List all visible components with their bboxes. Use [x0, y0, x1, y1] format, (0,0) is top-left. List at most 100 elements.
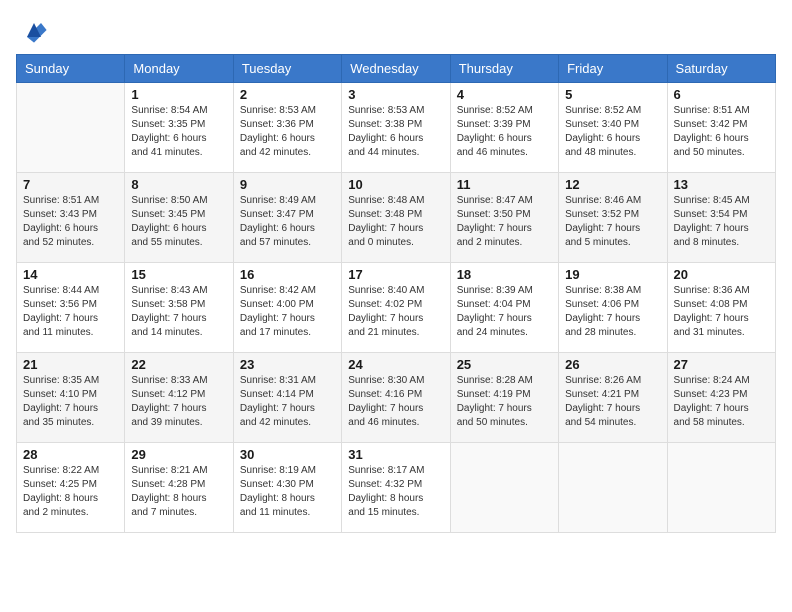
column-header-sunday: Sunday [17, 55, 125, 83]
calendar-cell: 25 Sunrise: 8:28 AMSunset: 4:19 PMDayligh… [450, 353, 558, 443]
calendar-cell: 6Sunrise: 8:51 AMSunset: 3:42 PMDaylight… [667, 83, 775, 173]
day-number: 17 [348, 267, 443, 282]
day-info: Sunrise: 8:47 AMSunset: 3:50 PMDaylight:… [457, 194, 552, 250]
day-info: Sunrise: 8:31 AMSunset: 4:14 PMDaylight:… [240, 374, 335, 430]
calendar-cell: 16 Sunrise: 8:42 AMSunset: 4:00 PMDayligh… [233, 263, 341, 353]
calendar-cell: 9 Sunrise: 8:49 AMSunset: 3:47 PMDaylight… [233, 173, 341, 263]
day-info: Sunrise: 8:52 AMSunset: 3:39 PMDaylight:… [457, 104, 552, 160]
day-info: Sunrise: 8:43 AMSunset: 3:58 PMDaylight:… [131, 284, 226, 340]
calendar-cell: 8 Sunrise: 8:50 AMSunset: 3:45 PMDaylight… [125, 173, 233, 263]
day-number: 11 [457, 177, 552, 192]
calendar-week-row: 7Sunrise: 8:51 AMSunset: 3:43 PMDaylight… [17, 173, 776, 263]
calendar-cell: 27 Sunrise: 8:24 AMSunset: 4:23 PMDayligh… [667, 353, 775, 443]
day-number: 9 [240, 177, 335, 192]
calendar-cell: 4Sunrise: 8:52 AMSunset: 3:39 PMDaylight… [450, 83, 558, 173]
logo [16, 16, 48, 44]
calendar-cell: 1Sunrise: 8:54 AMSunset: 3:35 PMDaylight… [125, 83, 233, 173]
day-info: Sunrise: 8:24 AMSunset: 4:23 PMDaylight:… [674, 374, 769, 430]
day-number: 14 [23, 267, 118, 282]
day-info: Sunrise: 8:40 AMSunset: 4:02 PMDaylight:… [348, 284, 443, 340]
day-number: 12 [565, 177, 660, 192]
day-info: Sunrise: 8:53 AMSunset: 3:38 PMDaylight:… [348, 104, 443, 160]
day-number: 7 [23, 177, 118, 192]
calendar-cell: 30 Sunrise: 8:19 AMSunset: 4:30 PMDayligh… [233, 443, 341, 533]
day-info: Sunrise: 8:36 AMSunset: 4:08 PMDaylight:… [674, 284, 769, 340]
column-header-monday: Monday [125, 55, 233, 83]
day-number: 8 [131, 177, 226, 192]
day-number: 13 [674, 177, 769, 192]
day-info: Sunrise: 8:46 AMSunset: 3:52 PMDaylight:… [565, 194, 660, 250]
day-number: 29 [131, 447, 226, 462]
day-info: Sunrise: 8:42 AMSunset: 4:00 PMDaylight:… [240, 284, 335, 340]
day-number: 24 [348, 357, 443, 372]
day-info: Sunrise: 8:39 AMSunset: 4:04 PMDaylight:… [457, 284, 552, 340]
calendar-cell [17, 83, 125, 173]
day-number: 3 [348, 87, 443, 102]
calendar-cell: 23 Sunrise: 8:31 AMSunset: 4:14 PMDayligh… [233, 353, 341, 443]
column-header-wednesday: Wednesday [342, 55, 450, 83]
calendar-cell: 31Sunrise: 8:17 AMSunset: 4:32 PMDayligh… [342, 443, 450, 533]
day-info: Sunrise: 8:49 AMSunset: 3:47 PMDaylight:… [240, 194, 335, 250]
day-info: Sunrise: 8:50 AMSunset: 3:45 PMDaylight:… [131, 194, 226, 250]
column-header-friday: Friday [559, 55, 667, 83]
day-info: Sunrise: 8:44 AMSunset: 3:56 PMDaylight:… [23, 284, 118, 340]
calendar-cell: 21Sunrise: 8:35 AMSunset: 4:10 PMDayligh… [17, 353, 125, 443]
day-number: 10 [348, 177, 443, 192]
day-number: 1 [131, 87, 226, 102]
day-info: Sunrise: 8:30 AMSunset: 4:16 PMDaylight:… [348, 374, 443, 430]
calendar-week-row: 21Sunrise: 8:35 AMSunset: 4:10 PMDayligh… [17, 353, 776, 443]
day-info: Sunrise: 8:21 AMSunset: 4:28 PMDaylight:… [131, 464, 226, 520]
calendar-cell: 13 Sunrise: 8:45 AMSunset: 3:54 PMDayligh… [667, 173, 775, 263]
day-info: Sunrise: 8:28 AMSunset: 4:19 PMDaylight:… [457, 374, 552, 430]
day-number: 23 [240, 357, 335, 372]
calendar-header-row: SundayMondayTuesdayWednesdayThursdayFrid… [17, 55, 776, 83]
logo-icon [20, 16, 48, 44]
calendar-cell: 5 Sunrise: 8:52 AMSunset: 3:40 PMDaylight… [559, 83, 667, 173]
calendar-week-row: 14 Sunrise: 8:44 AMSunset: 3:56 PMDayligh… [17, 263, 776, 353]
calendar-cell [559, 443, 667, 533]
calendar-cell: 19 Sunrise: 8:38 AMSunset: 4:06 PMDayligh… [559, 263, 667, 353]
calendar-cell: 28 Sunrise: 8:22 AMSunset: 4:25 PMDayligh… [17, 443, 125, 533]
day-number: 2 [240, 87, 335, 102]
calendar-cell: 14 Sunrise: 8:44 AMSunset: 3:56 PMDayligh… [17, 263, 125, 353]
calendar-cell [667, 443, 775, 533]
day-info: Sunrise: 8:19 AMSunset: 4:30 PMDaylight:… [240, 464, 335, 520]
day-info: Sunrise: 8:26 AMSunset: 4:21 PMDaylight:… [565, 374, 660, 430]
day-number: 26 [565, 357, 660, 372]
day-info: Sunrise: 8:45 AMSunset: 3:54 PMDaylight:… [674, 194, 769, 250]
calendar-cell: 10 Sunrise: 8:48 AMSunset: 3:48 PMDayligh… [342, 173, 450, 263]
day-number: 15 [131, 267, 226, 282]
column-header-tuesday: Tuesday [233, 55, 341, 83]
day-number: 25 [457, 357, 552, 372]
day-number: 5 [565, 87, 660, 102]
calendar-cell: 12 Sunrise: 8:46 AMSunset: 3:52 PMDayligh… [559, 173, 667, 263]
calendar-cell: 3 Sunrise: 8:53 AMSunset: 3:38 PMDaylight… [342, 83, 450, 173]
day-info: Sunrise: 8:52 AMSunset: 3:40 PMDaylight:… [565, 104, 660, 160]
calendar-cell: 17 Sunrise: 8:40 AMSunset: 4:02 PMDayligh… [342, 263, 450, 353]
day-number: 30 [240, 447, 335, 462]
calendar-cell: 18Sunrise: 8:39 AMSunset: 4:04 PMDayligh… [450, 263, 558, 353]
day-number: 22 [131, 357, 226, 372]
calendar-cell: 22 Sunrise: 8:33 AMSunset: 4:12 PMDayligh… [125, 353, 233, 443]
calendar-cell: 2Sunrise: 8:53 AMSunset: 3:36 PMDaylight… [233, 83, 341, 173]
calendar-cell: 24 Sunrise: 8:30 AMSunset: 4:16 PMDayligh… [342, 353, 450, 443]
day-number: 16 [240, 267, 335, 282]
day-number: 20 [674, 267, 769, 282]
day-info: Sunrise: 8:33 AMSunset: 4:12 PMDaylight:… [131, 374, 226, 430]
day-number: 6 [674, 87, 769, 102]
day-number: 19 [565, 267, 660, 282]
column-header-saturday: Saturday [667, 55, 775, 83]
day-number: 27 [674, 357, 769, 372]
calendar-table: SundayMondayTuesdayWednesdayThursdayFrid… [16, 54, 776, 533]
day-info: Sunrise: 8:22 AMSunset: 4:25 PMDaylight:… [23, 464, 118, 520]
calendar-cell: 7Sunrise: 8:51 AMSunset: 3:43 PMDaylight… [17, 173, 125, 263]
day-number: 31 [348, 447, 443, 462]
day-number: 28 [23, 447, 118, 462]
day-info: Sunrise: 8:35 AMSunset: 4:10 PMDaylight:… [23, 374, 118, 430]
calendar-cell: 26 Sunrise: 8:26 AMSunset: 4:21 PMDayligh… [559, 353, 667, 443]
day-info: Sunrise: 8:48 AMSunset: 3:48 PMDaylight:… [348, 194, 443, 250]
page-header [16, 16, 776, 44]
calendar-cell: 11 Sunrise: 8:47 AMSunset: 3:50 PMDayligh… [450, 173, 558, 263]
calendar-week-row: 28 Sunrise: 8:22 AMSunset: 4:25 PMDayligh… [17, 443, 776, 533]
day-info: Sunrise: 8:38 AMSunset: 4:06 PMDaylight:… [565, 284, 660, 340]
